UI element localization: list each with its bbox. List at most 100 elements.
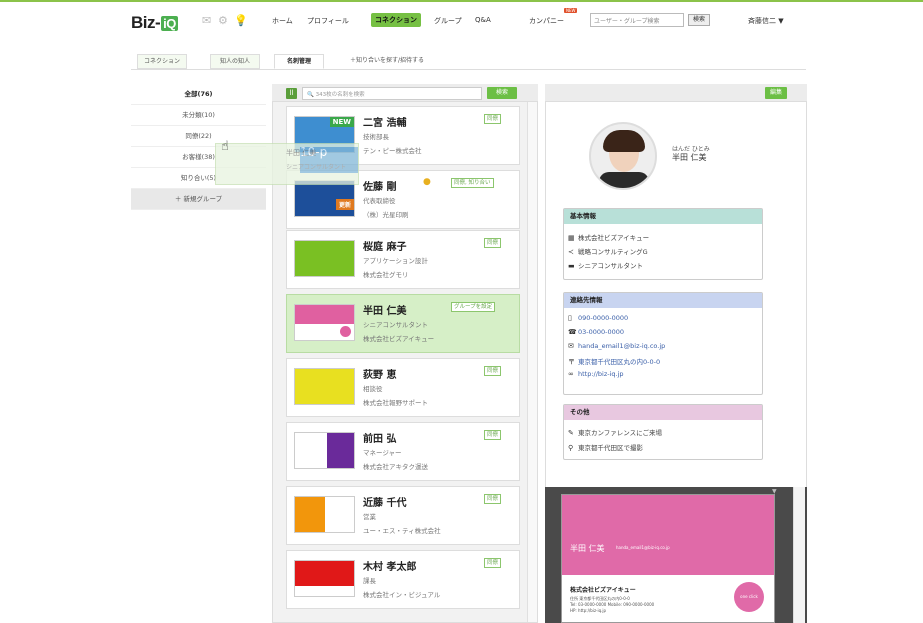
info-row: ▬ シニアコンサルタント: [568, 262, 643, 270]
tab-friends-of-friends[interactable]: 知人の知人: [210, 54, 260, 69]
card-company: ユー・エス・ティ株式会社: [363, 527, 441, 535]
card-search-button[interactable]: 検索: [487, 87, 517, 99]
card-title: 課長: [363, 577, 376, 585]
card-item-selected[interactable]: 半田 仁美 シニアコンサルタント 株式会社ビズアイキュー グループを設定: [286, 294, 520, 353]
nav-company[interactable]: カンパニー: [529, 16, 564, 26]
top-accent-line: [0, 0, 923, 2]
group-tag[interactable]: 同僚, 知り合い: [451, 178, 494, 188]
updated-badge: 更新: [335, 199, 354, 210]
hand-cursor-icon: ☝: [221, 139, 229, 154]
card-name: 荻野 恵: [363, 370, 397, 381]
view-toggle-icon[interactable]: ll: [286, 88, 297, 99]
card-name: 二宮 浩輔: [363, 118, 407, 129]
bulb-icon[interactable]: 💡: [234, 14, 248, 27]
card-company: 株式会社アキタク運送: [363, 463, 428, 471]
card-search-input[interactable]: 🔍 343枚の名刺を検索: [302, 87, 482, 100]
card-company: （株）光星印刷: [363, 211, 409, 219]
group-tag[interactable]: 同僚: [484, 558, 502, 568]
card-name: 半田 仁美: [363, 306, 407, 317]
group-tag[interactable]: 同僚: [484, 430, 502, 440]
avatar: [589, 122, 657, 190]
sidebar-item-all[interactable]: 全部(76): [131, 84, 266, 105]
card-title: 相談役: [363, 385, 383, 393]
business-card-thumbnail: 更新: [294, 180, 355, 217]
card-name: 佐藤 剛: [363, 182, 397, 193]
profile-name: 半田 仁美: [672, 153, 707, 162]
card-item[interactable]: 前田 弘 マネージャー 株式会社アキタク運送 同僚: [286, 422, 520, 481]
sidebar-item-uncategorized[interactable]: 未分類(10): [131, 105, 266, 126]
user-menu[interactable]: 斉藤信二 ▼: [748, 16, 784, 26]
tab-card-management[interactable]: 名刺管理: [274, 54, 324, 69]
info-row: ☎03-0000-0000: [568, 328, 625, 336]
location-pin-icon: ⚲: [568, 444, 574, 452]
card-title: 代表取締役: [363, 197, 396, 205]
new-badge: NEW: [329, 117, 354, 127]
ghost-title: シニアコンサルタント: [286, 164, 347, 171]
tab-connection[interactable]: コネクション: [137, 54, 187, 69]
header-search-button[interactable]: 検索: [688, 14, 710, 26]
card-title: マネージャー: [363, 449, 402, 457]
card-item[interactable]: 荻野 恵 相談役 株式会社報野サポート 同僚: [286, 358, 520, 417]
gear-icon[interactable]: ⚙: [218, 14, 228, 27]
user-group-search-input[interactable]: ユーザー・グループ検索: [590, 13, 684, 27]
nav-home[interactable]: ホーム: [272, 16, 293, 26]
basic-info-header: 基本情報: [564, 209, 762, 224]
business-card-thumbnail: [294, 240, 355, 277]
card-name: 木村 孝太郎: [363, 562, 417, 573]
group-tag[interactable]: 同僚: [484, 238, 502, 248]
logo[interactable]: Biz-iQ: [131, 13, 178, 33]
nav-profile[interactable]: プロフィール: [307, 16, 349, 26]
card-title: シニアコンサルタント: [363, 321, 428, 329]
info-row: ≺ 戦略コンサルティングG: [568, 248, 648, 256]
nav-qa[interactable]: Q&A: [475, 16, 491, 24]
set-group-button[interactable]: グループを設定: [451, 302, 496, 312]
nav-connection[interactable]: コネクション: [371, 13, 421, 27]
mail-icon: ✉: [568, 342, 574, 350]
mail-icon[interactable]: ✉: [202, 14, 211, 27]
preview-tel: Tel: 03-0000-0000 Mobile: 090-0000-0000: [570, 602, 655, 607]
business-card-thumbnail: [294, 496, 355, 533]
contact-info-header: 連絡先情報: [564, 293, 762, 308]
preview-name: 半田 仁美: [570, 544, 605, 553]
phone-icon: ☎: [568, 328, 577, 336]
card-item[interactable]: 桜庭 麻子 アプリケーション設計 株式会社グモリ 同僚: [286, 230, 520, 289]
edit-button[interactable]: 編集: [765, 87, 787, 99]
new-group-button[interactable]: ＋ 新規グループ: [131, 189, 266, 210]
card-item[interactable]: 木村 孝太郎 課長 株式会社イン・ビジュアル 同僚: [286, 550, 520, 609]
card-name: 桜庭 麻子: [363, 242, 407, 253]
nav-group[interactable]: グループ: [434, 16, 462, 26]
card-company: テン・ピー株式会社: [363, 147, 422, 155]
group-tag[interactable]: 同僚: [484, 494, 502, 504]
card-list-scrollbar[interactable]: [527, 102, 537, 622]
group-tag[interactable]: 同僚: [484, 366, 502, 376]
card-name: 近藤 千代: [363, 498, 407, 509]
card-item[interactable]: 近藤 千代 営業 ユー・エス・ティ株式会社 同僚: [286, 486, 520, 545]
card-title: アプリケーション設計: [363, 257, 428, 265]
business-card-thumbnail: [294, 560, 355, 597]
info-row[interactable]: ∞ http://biz-iq.jp: [568, 370, 624, 378]
note-icon: ✎: [568, 429, 574, 437]
business-card-preview[interactable]: 半田 仁美 handa_email1@biz-iq.co.jp 株式会社ビズアイ…: [561, 494, 775, 623]
mobile-icon: ▯: [568, 314, 572, 322]
group-tag[interactable]: 同僚: [484, 114, 502, 124]
info-row: ✎ 東京カンファレンスにご来場: [568, 429, 663, 437]
info-row[interactable]: ✉ handa_email1@biz-iq.co.jp: [568, 342, 665, 350]
building-icon: ▦: [568, 234, 575, 242]
other-info-panel: その他 ✎ 東京カンファレンスにご来場 ⚲ 東京都千代田区で撮影: [563, 404, 763, 460]
preview-company: 株式会社ビズアイキュー: [570, 587, 636, 594]
card-title: 営業: [363, 513, 376, 521]
other-info-header: その他: [564, 405, 762, 420]
share-icon: ≺: [568, 248, 574, 256]
info-row: ▦ 株式会社ビズアイキュー: [568, 234, 650, 242]
tab-find-invite[interactable]: ＋知り合いを探す/招待する: [331, 54, 443, 69]
basic-info-panel: 基本情報 ▦ 株式会社ビズアイキュー ≺ 戦略コンサルティングG ▬ シニアコンサルタ…: [563, 208, 763, 280]
detail-scrollbar[interactable]: [793, 487, 805, 623]
search-icon: 🔍: [307, 92, 316, 98]
info-row: ▯ 090-0000-0000: [568, 314, 629, 322]
info-row[interactable]: 〒東京都千代田区丸の内0-0-0: [568, 356, 660, 367]
id-card-icon: ▬: [568, 262, 575, 270]
star-icon: ●: [423, 177, 431, 187]
preview-email: handa_email1@biz-iq.co.jp: [616, 545, 670, 550]
info-row: ⚲ 東京都千代田区で撮影: [568, 444, 643, 452]
new-badge: NEW: [564, 8, 578, 13]
